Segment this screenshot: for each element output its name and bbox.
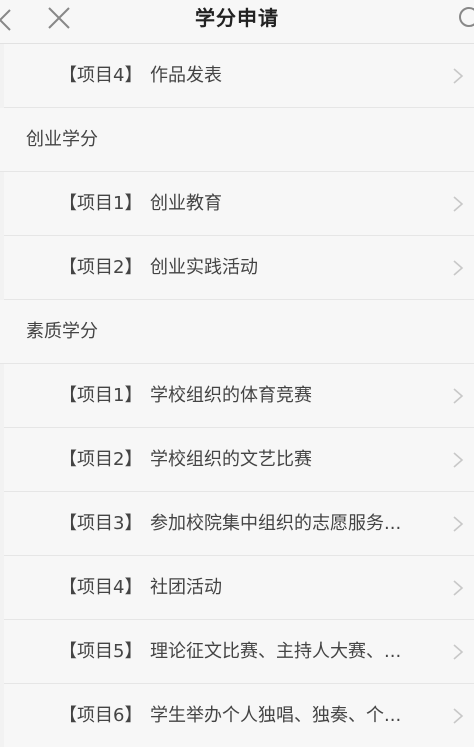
section-label: 创业学分 — [26, 129, 98, 150]
item-name: 理论征文比赛、主持人大赛、... — [150, 641, 402, 662]
navigation-bar: 学分申请 — [0, 0, 474, 44]
credit-item-list: 【项目4】 作品发表 创业学分 【项目1】 创业教育 【项目2】 创业实践活动 … — [0, 44, 474, 747]
list-item[interactable]: 【项目2】 创业实践活动 — [4, 236, 474, 300]
item-tag: 【项目2】 — [59, 449, 143, 470]
list-item[interactable]: 【项目4】 作品发表 — [4, 44, 474, 108]
chevron-right-icon — [453, 68, 464, 84]
item-tag: 【项目5】 — [59, 641, 143, 662]
item-name: 社团活动 — [150, 577, 222, 598]
chevron-right-icon — [453, 644, 464, 660]
item-tag: 【项目1】 — [59, 385, 143, 406]
item-tag: 【项目3】 — [59, 513, 143, 534]
circle-icon[interactable] — [457, 5, 474, 29]
section-label: 素质学分 — [26, 321, 98, 342]
item-name: 参加校院集中组织的志愿服务... — [150, 513, 402, 534]
item-name: 学校组织的体育竞赛 — [150, 385, 312, 406]
item-tag: 【项目4】 — [59, 577, 143, 598]
list-item[interactable]: 【项目3】 参加校院集中组织的志愿服务... — [4, 492, 474, 556]
item-name: 创业实践活动 — [150, 257, 258, 278]
chevron-right-icon — [453, 580, 464, 596]
list-item[interactable]: 【项目5】 理论征文比赛、主持人大赛、... — [4, 620, 474, 684]
item-tag: 【项目4】 — [59, 65, 143, 86]
credit-application-page: 学分申请 【项目4】 作品发表 创业学分 【项目1】 创业教育 【项目2】 创业… — [0, 0, 474, 747]
chevron-right-icon — [453, 516, 464, 532]
list-item[interactable]: 【项目2】 学校组织的文艺比赛 — [4, 428, 474, 492]
item-name: 作品发表 — [150, 65, 222, 86]
item-name: 学生举办个人独唱、独奏、个... — [150, 705, 402, 726]
page-title: 学分申请 — [195, 6, 279, 30]
item-tag: 【项目2】 — [59, 257, 143, 278]
item-tag: 【项目6】 — [59, 705, 143, 726]
section-header: 创业学分 — [0, 108, 474, 172]
chevron-right-icon — [453, 708, 464, 724]
list-item[interactable]: 【项目4】 社团活动 — [4, 556, 474, 620]
chevron-right-icon — [453, 196, 464, 212]
item-name: 学校组织的文艺比赛 — [150, 449, 312, 470]
item-tag: 【项目1】 — [59, 193, 143, 214]
list-item[interactable]: 【项目1】 创业教育 — [4, 172, 474, 236]
section-header: 素质学分 — [0, 300, 474, 364]
chevron-right-icon — [453, 452, 464, 468]
list-item[interactable]: 【项目1】 学校组织的体育竞赛 — [4, 364, 474, 428]
list-item[interactable]: 【项目6】 学生举办个人独唱、独奏、个... — [4, 684, 474, 747]
chevron-right-icon — [453, 260, 464, 276]
chevron-right-icon — [453, 388, 464, 404]
item-name: 创业教育 — [150, 193, 222, 214]
